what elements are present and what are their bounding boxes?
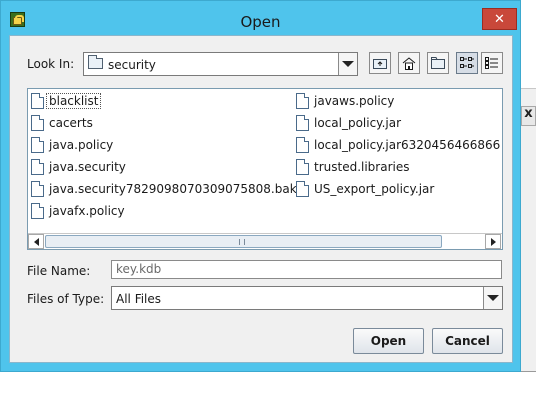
chevron-left-icon [33,237,39,246]
new-folder-icon [431,57,445,69]
file-name: local_policy.jar [314,116,402,130]
file-type-value: All Files [116,292,162,306]
list-view-button[interactable] [456,52,478,74]
file-icon [31,203,44,219]
look-in-label: Look In: [27,57,75,71]
grip-icon [239,239,245,245]
file-icon [31,159,44,175]
title-bar[interactable]: Open ✕ [1,1,520,35]
file-name: java.security [49,160,126,174]
home-button[interactable] [398,52,420,74]
file-name: java.security7829098070309075808.bak [49,182,297,196]
background-close-label: x [524,106,533,121]
scroll-right-button[interactable] [485,234,501,249]
close-icon: ✕ [494,11,505,27]
file-icon [31,137,44,153]
horizontal-scrollbar[interactable] [28,233,502,249]
close-button[interactable]: ✕ [482,8,517,30]
file-name: javaws.policy [314,94,395,108]
details-view-icon [485,57,498,69]
up-one-level-button[interactable] [369,52,391,74]
chevron-down-icon [342,61,354,67]
look-in-value: security [108,58,156,72]
dialog-content: Look In: security blacklist cacerts java… [9,35,513,363]
dialog-title: Open [240,13,281,31]
file-name-label: File Name: [27,264,91,278]
file-name: javafx.policy [49,204,125,218]
list-item[interactable]: trusted.libraries [296,156,410,178]
file-name-field[interactable]: key.kdb [111,260,502,279]
up-folder-icon [373,59,387,69]
open-dialog: Open ✕ Look In: security blacklist cacer… [0,0,521,372]
file-name: java.policy [49,138,114,152]
file-icon [31,93,44,109]
file-icon [296,137,309,153]
file-name: trusted.libraries [314,160,410,174]
file-name: US_export_policy.jar [314,182,435,196]
file-type-label: Files of Type: [27,292,105,306]
scroll-thumb[interactable] [45,235,442,248]
list-item[interactable]: blacklist [31,90,102,112]
file-icon [296,115,309,131]
file-icon [296,93,309,109]
list-item[interactable]: cacerts [31,112,93,134]
details-view-button[interactable] [481,52,503,74]
file-icon [296,181,309,197]
file-type-combo[interactable]: All Files [111,286,503,310]
list-item[interactable]: java.security7829098070309075808.bak [31,178,297,200]
file-list[interactable]: blacklist cacerts java.policy java.secur… [27,88,503,250]
screen: x ey e oe Open ✕ Look In: security [0,0,536,394]
folder-icon [88,55,103,69]
look-in-dropdown-arrow[interactable] [338,53,357,75]
new-folder-button[interactable] [427,52,449,74]
chevron-down-icon [487,295,499,301]
cancel-button[interactable]: Cancel [432,328,503,354]
file-icon [31,115,44,131]
list-item[interactable]: java.policy [31,134,113,156]
list-item[interactable]: local_policy.jar632045646686602 [296,134,501,156]
file-name: cacerts [49,116,93,130]
chevron-right-icon [490,237,496,246]
file-name: local_policy.jar632045646686602 [314,138,501,152]
list-item[interactable]: javaws.policy [296,90,394,112]
home-icon [402,56,416,70]
list-item[interactable]: javafx.policy [31,200,125,222]
list-view-icon [460,57,474,68]
background-close-button[interactable]: x [521,106,536,126]
open-button[interactable]: Open [353,328,424,354]
file-icon [296,159,309,175]
file-icon [31,181,44,197]
list-item[interactable]: java.security [31,156,126,178]
list-item[interactable]: US_export_policy.jar [296,178,434,200]
file-type-dropdown-arrow[interactable] [483,287,502,309]
list-item[interactable]: local_policy.jar [296,112,401,134]
look-in-combo[interactable]: security [83,52,358,76]
file-name: blacklist [46,93,102,109]
scroll-left-button[interactable] [28,234,44,249]
